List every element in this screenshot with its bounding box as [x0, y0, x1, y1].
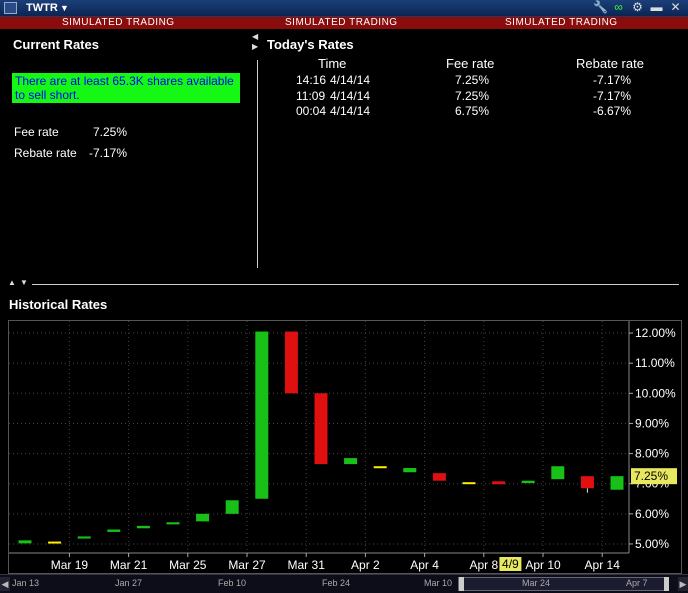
collapse-up-icon[interactable]: ▲ — [8, 278, 16, 287]
row-time: 00:04 — [296, 104, 327, 118]
candle — [196, 513, 210, 522]
scroll-thumb-left-handle[interactable] — [459, 577, 464, 591]
candle — [344, 458, 358, 465]
row-rebate: -7.17% — [593, 89, 632, 103]
window-titlebar: TWTR ▼ 🔧 ∞ ⚙ ▬ ✕ — [0, 0, 688, 17]
candle — [255, 331, 269, 499]
row-date: 4/14/14 — [330, 89, 371, 103]
y-tick-label: 10.00% — [635, 386, 676, 400]
candle — [18, 540, 32, 544]
historical-chart-frame[interactable]: 5.00%6.00%7.00%8.00%9.00%10.00%11.00%12.… — [8, 320, 682, 574]
sim-banner-text: SIMULATED TRADING — [505, 17, 618, 28]
sim-banner-text: SIMULATED TRADING — [285, 17, 398, 28]
row-rebate: -6.67% — [593, 104, 632, 118]
sim-banner-text: SIMULATED TRADING — [62, 17, 175, 28]
minimize-icon[interactable]: ▬ — [650, 1, 663, 14]
scroll-right-icon[interactable]: ▶ — [678, 577, 688, 591]
timeline-label: Jan 27 — [115, 578, 143, 588]
candle — [107, 529, 121, 532]
crosshair-label: 4/9 — [502, 557, 519, 571]
y-tick-label: 8.00% — [635, 447, 669, 461]
rebate-rate-value: -7.17% — [89, 146, 128, 160]
symbol-label[interactable]: TWTR — [26, 2, 58, 14]
candle — [48, 541, 62, 544]
fee-rate-label: Fee rate — [14, 125, 59, 139]
x-tick-label: Mar 31 — [288, 558, 326, 572]
row-fee: 7.25% — [455, 73, 490, 87]
expand-right-icon[interactable]: ▶ — [252, 42, 258, 51]
todays-rates-title: Today's Rates — [267, 37, 354, 52]
candle — [77, 536, 91, 539]
timeline-label: Feb 10 — [218, 578, 247, 588]
col-header-rebate: Rebate rate — [576, 56, 644, 71]
expand-down-icon[interactable]: ▼ — [20, 278, 28, 287]
current-rates-title: Current Rates — [13, 37, 99, 52]
timeline-label: Mar 10 — [424, 578, 453, 588]
row-fee: 6.75% — [455, 104, 490, 118]
row-date: 4/14/14 — [330, 104, 371, 118]
x-tick-label: Apr 14 — [585, 558, 621, 572]
candle — [462, 482, 476, 485]
historical-rates-chart[interactable]: 5.00%6.00%7.00%8.00%9.00%10.00%11.00%12.… — [9, 321, 681, 573]
availability-notice: There are at least 65.3K shares availabl… — [12, 73, 240, 103]
last-value-label: 7.25% — [634, 469, 668, 483]
x-tick-label: Mar 19 — [51, 558, 89, 572]
candle — [225, 500, 239, 514]
link-icon[interactable]: ∞ — [612, 1, 625, 14]
candle — [136, 525, 150, 529]
candle — [580, 476, 594, 489]
row-rebate: -7.17% — [593, 73, 632, 87]
rebate-rate-label: Rebate rate — [14, 146, 77, 160]
candle — [373, 466, 387, 469]
x-tick-label: Mar 27 — [228, 558, 266, 572]
x-tick-label: Apr 2 — [351, 558, 380, 572]
scroll-thumb-right-handle[interactable] — [664, 577, 669, 591]
wrench-icon[interactable]: 🔧 — [593, 1, 608, 14]
x-tick-label: Mar 25 — [169, 558, 207, 572]
timeline-label: Feb 24 — [322, 578, 351, 588]
y-tick-label: 9.00% — [635, 416, 669, 430]
x-tick-label: Apr 4 — [410, 558, 439, 572]
y-tick-label: 11.00% — [635, 356, 675, 370]
row-time: 14:16 — [296, 73, 327, 87]
candle — [314, 393, 328, 465]
collapse-left-icon[interactable]: ◀ — [252, 32, 258, 41]
x-tick-label: Apr 8 — [469, 558, 498, 572]
y-tick-label: 12.00% — [635, 326, 676, 340]
y-tick-label: 5.00% — [635, 537, 669, 551]
candle — [403, 468, 417, 473]
scroll-left-icon[interactable]: ◀ — [0, 577, 10, 591]
col-header-time: Time — [318, 56, 347, 71]
x-tick-label: Mar 21 — [110, 558, 148, 572]
col-header-fee: Fee rate — [446, 56, 495, 71]
horizontal-splitter[interactable] — [32, 284, 679, 285]
timeline-scrollbar[interactable]: ◀ Jan 13 Jan 27 Feb 10 Feb 24 Mar 10 Mar… — [0, 574, 688, 593]
symbol-dropdown-icon[interactable]: ▼ — [60, 3, 69, 13]
candle — [610, 476, 624, 490]
x-tick-label: Apr 10 — [525, 558, 561, 572]
y-tick-label: 6.00% — [635, 507, 669, 521]
app-icon — [4, 2, 17, 14]
row-date: 4/14/14 — [330, 73, 371, 87]
row-time: 11:09 — [296, 89, 326, 103]
historical-rates-title: Historical Rates — [9, 297, 108, 312]
timeline-label: Jan 13 — [12, 578, 40, 588]
candle — [284, 331, 298, 394]
candle — [166, 522, 180, 525]
candle — [492, 481, 506, 485]
candle — [521, 480, 535, 484]
timeline-label: Mar 24 — [522, 578, 551, 588]
timeline-label: Apr 7 — [626, 578, 648, 588]
candle — [432, 473, 446, 481]
candle — [551, 466, 565, 480]
gear-icon[interactable]: ⚙ — [631, 1, 644, 14]
fee-rate-value: 7.25% — [93, 125, 128, 139]
vertical-splitter[interactable] — [257, 60, 258, 268]
close-icon[interactable]: ✕ — [669, 1, 682, 14]
simulated-trading-banner: SIMULATED TRADING SIMULATED TRADING SIMU… — [0, 17, 688, 29]
row-fee: 7.25% — [455, 89, 490, 103]
